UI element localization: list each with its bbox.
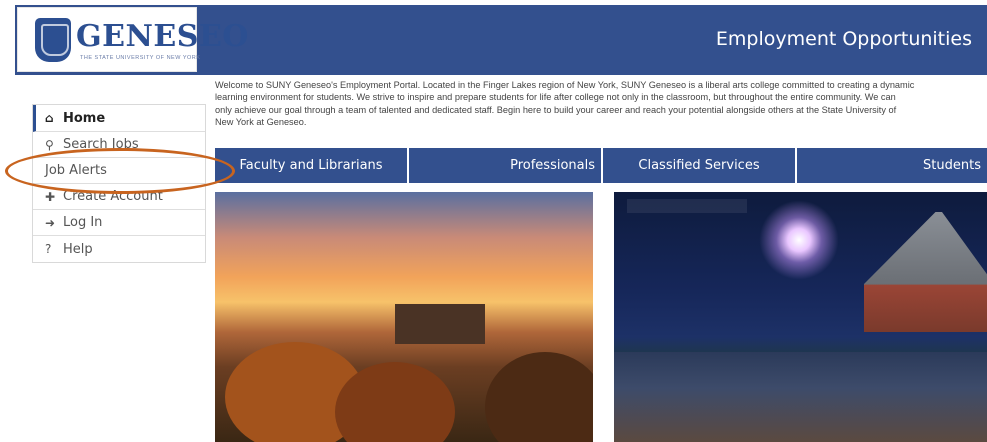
tab-professionals[interactable]: Professionals xyxy=(409,148,603,183)
campus-sunset-photo xyxy=(215,192,593,442)
crowd xyxy=(614,352,987,442)
photo-caption-overlay xyxy=(627,199,747,213)
firework xyxy=(759,200,839,280)
tab-classified-services[interactable]: Classified Services xyxy=(603,148,797,183)
logo-text: GENESEO xyxy=(76,19,249,54)
sidebar-item-help[interactable]: ? Help xyxy=(33,236,205,262)
gazebo xyxy=(864,212,987,332)
intro-line: only achieve our goal through a team of … xyxy=(215,104,897,115)
intro-line: Welcome to SUNY Geneseo's Employment Por… xyxy=(215,80,915,90)
sidebar-item-label: Help xyxy=(63,241,93,257)
site-header: GENESEO THE STATE UNIVERSITY OF NEW YORK… xyxy=(15,5,987,75)
logo-subtitle: THE STATE UNIVERSITY OF NEW YORK xyxy=(80,55,201,61)
plus-icon: ✚ xyxy=(45,189,56,204)
login-icon: ➜ xyxy=(45,215,56,230)
tree xyxy=(485,352,593,442)
intro-line: New York at Geneseo. xyxy=(215,117,307,128)
seal-icon xyxy=(35,18,71,62)
home-icon: ⌂ xyxy=(45,111,54,125)
job-category-tabs: Faculty and Librarians Professionals Cla… xyxy=(215,148,987,183)
fireworks-photo xyxy=(614,192,987,442)
intro-line: learning environment for students. We st… xyxy=(215,92,896,103)
search-icon: ⚲ xyxy=(45,137,54,152)
help-icon: ? xyxy=(45,242,52,256)
annotation-highlight-oval xyxy=(5,148,235,194)
sidebar-item-home[interactable]: ⌂ Home xyxy=(33,105,205,132)
page-title: Employment Opportunities xyxy=(715,28,972,50)
campus-building xyxy=(395,304,485,344)
tab-students[interactable]: Students xyxy=(797,148,987,183)
geneseo-logo[interactable]: GENESEO THE STATE UNIVERSITY OF NEW YORK xyxy=(17,7,248,72)
sidebar-item-label: Log In xyxy=(63,215,103,230)
sidebar-item-label: Home xyxy=(63,110,106,126)
tab-faculty-and-librarians[interactable]: Faculty and Librarians xyxy=(215,148,409,183)
sidebar-item-log-in[interactable]: ➜ Log In xyxy=(33,210,205,236)
intro-text: Welcome to SUNY Geneseo's Employment Por… xyxy=(215,79,987,129)
